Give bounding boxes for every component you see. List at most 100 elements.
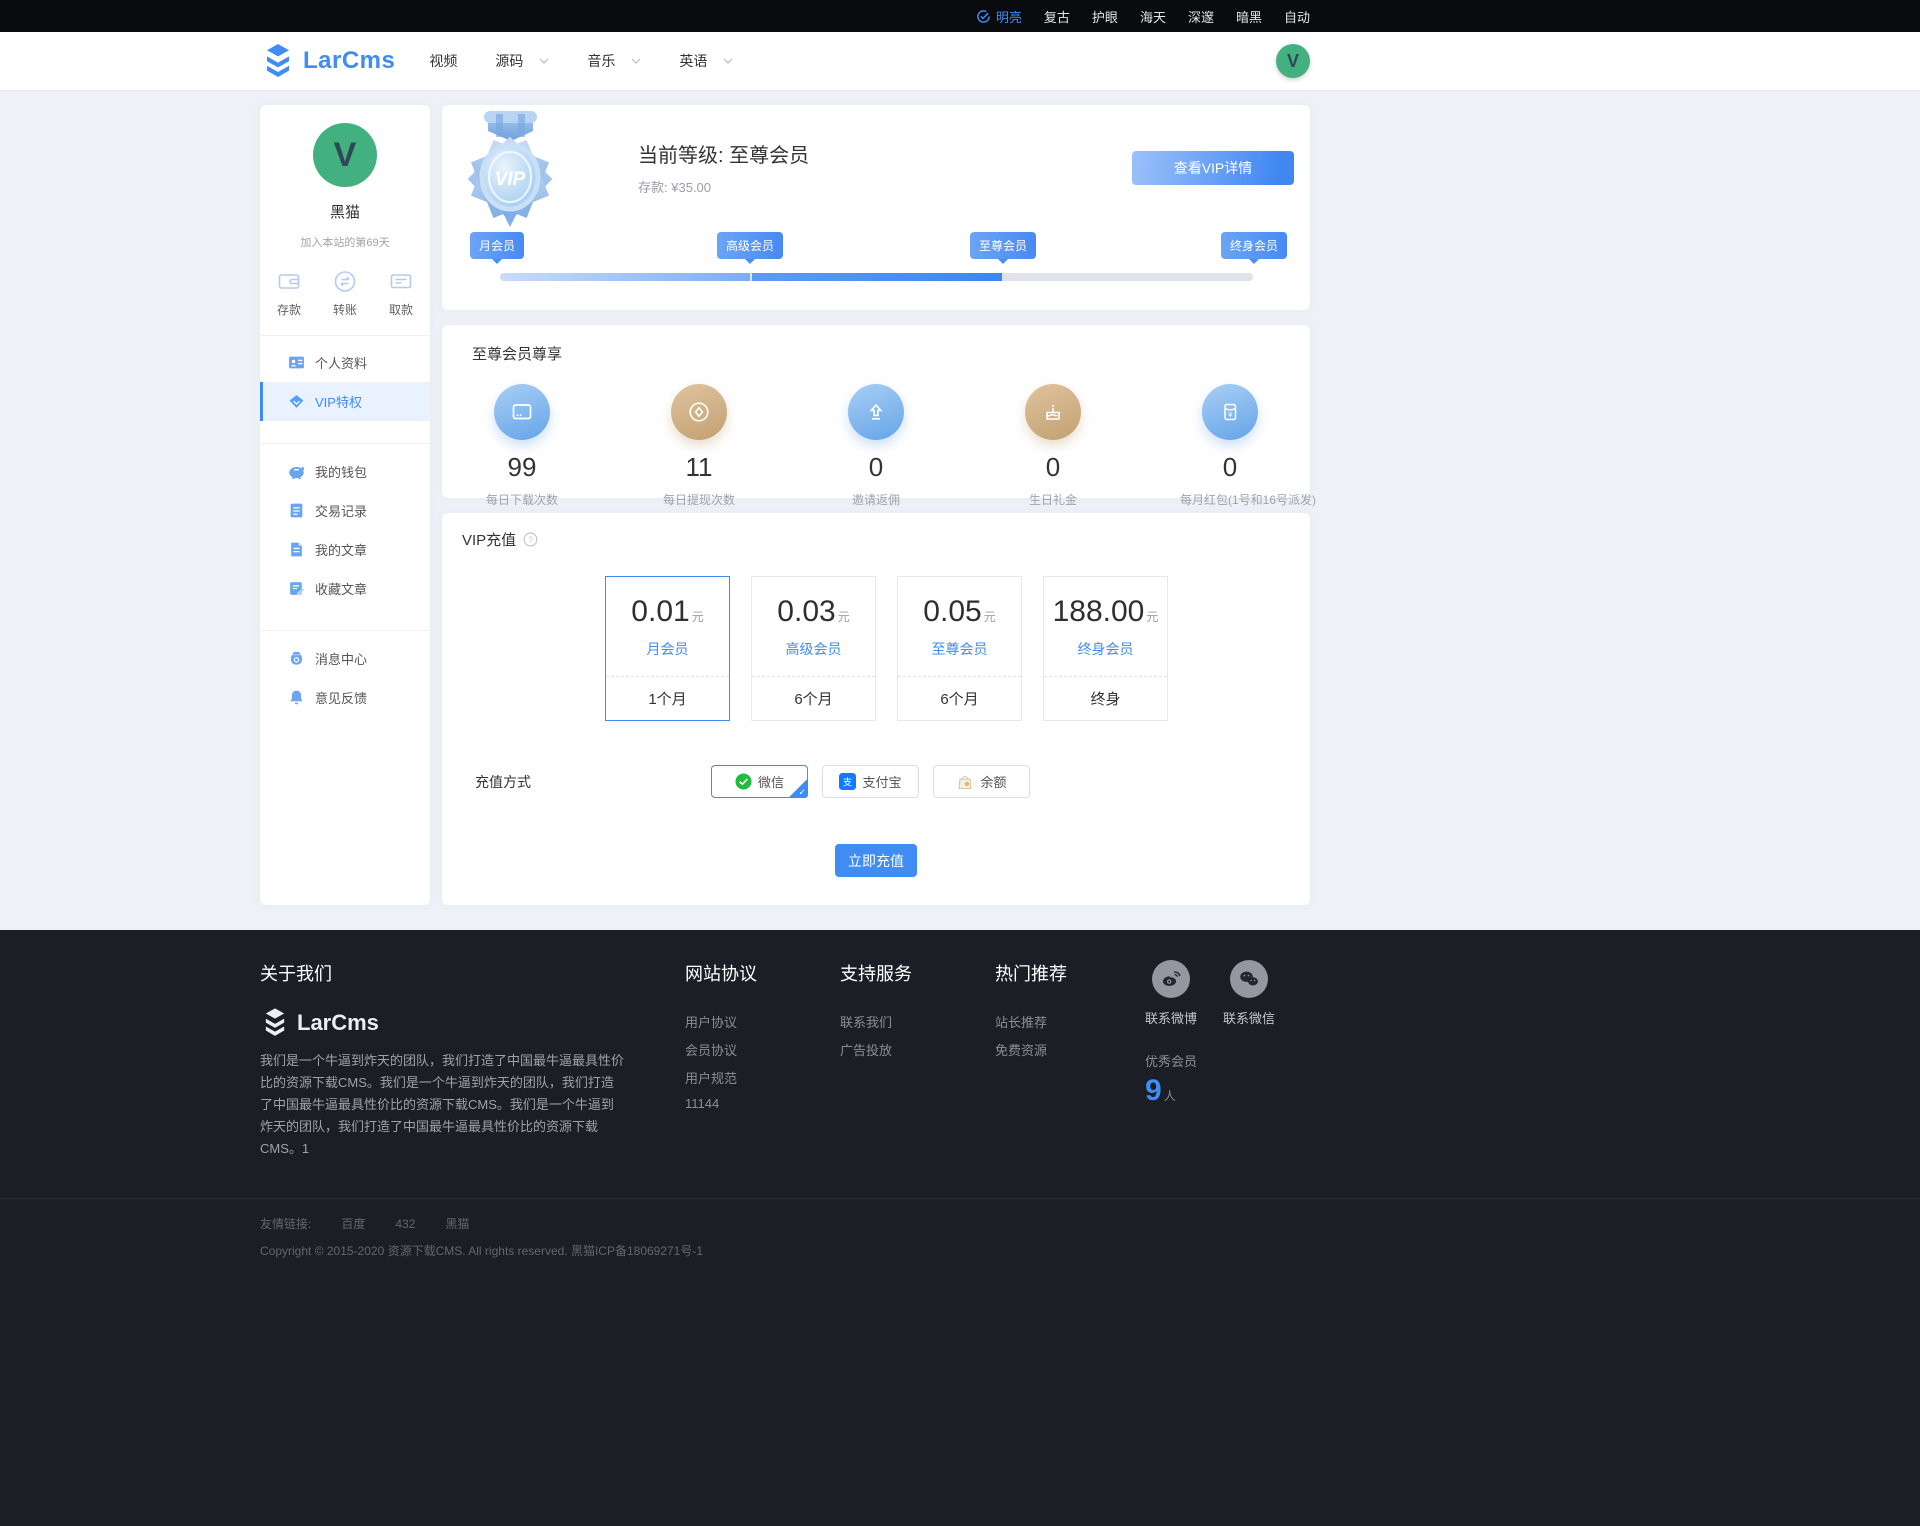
progress-fill-1 [500, 273, 750, 281]
pay-alipay-button[interactable]: 支 支付宝 [822, 765, 919, 798]
payment-method-label: 充值方式 [475, 773, 531, 790]
recharge-now-button[interactable]: 立即充值 [835, 844, 917, 877]
footer-link[interactable]: 会员协议 [685, 1040, 780, 1059]
about-title: 关于我们 [260, 964, 332, 984]
check-circle-icon [977, 9, 990, 23]
nav-item-music[interactable]: 音乐 [587, 32, 641, 90]
chevron-down-icon [723, 58, 733, 64]
footer-logo-icon [265, 1008, 285, 1036]
payment-methods: 微信 支 支付宝 [711, 765, 1030, 798]
footer-column-support: 支持服务 联系我们 广告投放 [840, 960, 935, 1180]
svg-text:?: ? [528, 535, 533, 545]
footer-link[interactable]: 用户协议 [685, 1012, 780, 1031]
friend-link-heimao[interactable]: 黑猫 [445, 1215, 469, 1232]
theme-option-eyecare[interactable]: 护眼 [1092, 7, 1118, 26]
friend-link-baidu[interactable]: 百度 [341, 1215, 365, 1232]
benefits-card: 至尊会员尊享 99 每日下载次数 11 每日提现次数 0 邀请返佣 0 生日礼金… [442, 325, 1316, 507]
withdraw-button[interactable]: 取款 [388, 268, 414, 318]
footer-link[interactable]: 广告投放 [840, 1040, 935, 1059]
progress-fill-2 [752, 273, 1002, 281]
vip-progress: 月会员 高级会员 至尊会员 终身会员 [469, 232, 1288, 294]
benefits-title: 至尊会员尊享 [472, 346, 563, 363]
sidebar-item-vip[interactable]: VIP特权 [260, 382, 430, 421]
site-logo[interactable]: LarCms [260, 44, 395, 78]
stat-monthly-red-packet: ¥ 0 每月红包(1号和16号派发) [1180, 384, 1316, 508]
sidebar-item-favorites[interactable]: 收藏文章 [260, 569, 430, 608]
about-text: 我们是一个牛逼到炸天的团队，我们打造了中国最牛逼最具性价比的资源下载CMS。我们… [260, 1053, 625, 1156]
sidebar-item-message-center[interactable]: 消息中心 [260, 639, 430, 678]
theme-option-auto[interactable]: 自动 [1284, 7, 1310, 26]
message-center-icon [290, 651, 303, 665]
plan-lifetime[interactable]: 188.00 元 终身会员 终身 [1043, 576, 1168, 721]
level-badge-lifetime: 终身会员 [1220, 232, 1288, 259]
footer-column-recommend: 热门推荐 站长推荐 免费资源 [995, 960, 1090, 1180]
footer-about: 关于我们 LarCms 我们是一个牛逼到炸天的团队，我们打造了中国最牛逼最具性价… [260, 960, 625, 1180]
theme-bar: 明亮 复古 护眼 海天 深邃 暗黑 自动 [0, 0, 1920, 32]
current-level-title: 当前等级: 至尊会员 [638, 145, 810, 167]
chevron-down-icon [539, 58, 549, 64]
help-icon[interactable]: ? [523, 532, 538, 547]
deposit-button[interactable]: 存款 [276, 268, 302, 318]
footer-logo[interactable]: LarCms [260, 1008, 625, 1037]
theme-option-bright[interactable]: 明亮 [976, 7, 1022, 26]
vip-medal: VIP [458, 111, 563, 234]
footer-logo-text: LarCms [297, 1009, 379, 1035]
theme-option-ocean[interactable]: 海天 [1140, 7, 1166, 26]
svg-text:¥: ¥ [1228, 410, 1233, 419]
contact-weibo[interactable]: 联系微博 [1145, 960, 1197, 1027]
selected-check-corner [788, 778, 808, 798]
recharge-card: VIP充值 ? 0.01 元 月会员 1个月 0.03 元 高级会员 6个月 0… [442, 513, 1310, 905]
friend-link-432[interactable]: 432 [395, 1217, 415, 1231]
balance-value: ¥35.00 [671, 180, 712, 195]
theme-option-dark[interactable]: 暗黑 [1236, 7, 1262, 26]
sidebar-item-profile[interactable]: 个人资料 [260, 343, 430, 382]
footer-link[interactable]: 用户规范 [685, 1068, 780, 1087]
nav-item-video[interactable]: 视频 [429, 32, 457, 90]
footer-bottom: 友情链接: 百度 432 黑猫 Copyright © 2015-2020 资源… [0, 1198, 1920, 1275]
stat-daily-downloads: 99 每日下载次数 [472, 384, 572, 508]
upload-arrow-icon [869, 403, 883, 420]
recharge-title: VIP充值 [462, 532, 517, 549]
footer-link[interactable]: 免费资源 [995, 1040, 1090, 1059]
theme-option-deep[interactable]: 深邃 [1188, 7, 1214, 26]
main-content: VIP 当前等级: 至尊会员 存款: ¥35.00 查看VIP详情 月会员 高级… [442, 105, 1316, 920]
contact-wechat[interactable]: 联系微信 [1223, 960, 1275, 1027]
footer-social: 联系微博 联系微信 优秀会员 9 人 [1145, 960, 1275, 1180]
plan-month[interactable]: 0.01 元 月会员 1个月 [605, 576, 730, 721]
red-envelope-icon: ¥ [1224, 403, 1237, 421]
nav-item-english[interactable]: 英语 [679, 32, 733, 90]
stat-daily-withdrawals: 11 每日提现次数 [649, 384, 749, 508]
coin-diamond-icon [689, 402, 709, 422]
sidebar-item-feedback[interactable]: 意见反馈 [260, 678, 430, 717]
pay-wechat-button[interactable]: 微信 [711, 765, 808, 798]
quick-actions: 存款 转账 取款 [260, 268, 430, 318]
plan-premium[interactable]: 0.03 元 高级会员 6个月 [751, 576, 876, 721]
footer-link[interactable]: 11144 [685, 1096, 780, 1111]
vip-diamond-icon [289, 395, 304, 408]
nav-item-source[interactable]: 源码 [495, 32, 549, 90]
piggy-bank-icon [289, 467, 305, 479]
footer-link[interactable]: 站长推荐 [995, 1012, 1090, 1031]
logo-text: LarCms [303, 47, 396, 74]
theme-option-retro[interactable]: 复古 [1044, 7, 1070, 26]
username: 黑猫 [329, 204, 360, 221]
sidebar-item-transactions[interactable]: 交易记录 [260, 491, 430, 530]
birthday-cake-icon [1046, 404, 1060, 420]
vip-status-card: VIP 当前等级: 至尊会员 存款: ¥35.00 查看VIP详情 月会员 高级… [442, 105, 1310, 310]
balance-text: 存款: ¥35.00 [638, 180, 712, 195]
user-sidebar: V 黑猫 加入本站的第69天 存款 转账 取款 个人资料 VIP特权 我的钱包 … [260, 105, 430, 905]
user-avatar[interactable]: V [1276, 44, 1310, 78]
transfer-button[interactable]: 转账 [332, 268, 358, 318]
footer-link[interactable]: 联系我们 [840, 1012, 935, 1031]
alipay-icon: 支 [839, 773, 857, 790]
medal-text: VIP [495, 169, 526, 190]
pay-balance-button[interactable]: 余额 [933, 765, 1030, 798]
logo-icon [267, 44, 289, 77]
join-days-text: 加入本站的第69天 [300, 237, 390, 249]
sidebar-item-wallet[interactable]: 我的钱包 [260, 452, 430, 491]
plan-supreme[interactable]: 0.05 元 至尊会员 6个月 [897, 576, 1022, 721]
avatar[interactable]: V [313, 123, 377, 187]
view-vip-details-button[interactable]: 查看VIP详情 [1132, 151, 1294, 185]
sidebar-item-my-articles[interactable]: 我的文章 [260, 530, 430, 569]
footer-column-agreements: 网站协议 用户协议 会员协议 用户规范 11144 [685, 960, 780, 1180]
